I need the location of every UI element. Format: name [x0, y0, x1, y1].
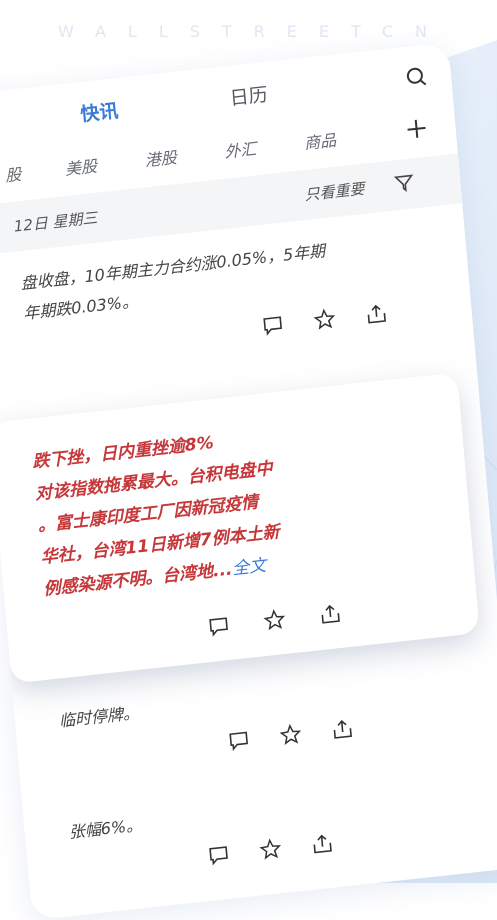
search-icon[interactable] — [404, 65, 428, 89]
share-icon[interactable] — [331, 717, 355, 741]
category-item[interactable]: 外汇 — [223, 135, 258, 162]
add-category-icon[interactable] — [405, 117, 429, 141]
tab-calendar[interactable]: 日历 — [229, 80, 269, 111]
filter-icon[interactable] — [393, 172, 415, 194]
comment-icon[interactable] — [207, 614, 231, 638]
brand-wordmark: WALLSTREETCN — [58, 22, 449, 41]
star-icon[interactable] — [279, 723, 303, 747]
app-screen: 快讯 日历 股 美股 港股 外汇 商品 12日 星期三 只看重要 盘收盘，10年… — [0, 42, 497, 920]
comment-icon[interactable] — [261, 313, 285, 337]
share-icon[interactable] — [365, 302, 389, 326]
read-more-link[interactable]: 全文 — [231, 556, 267, 580]
important-filter[interactable]: 只看重要 — [304, 178, 366, 205]
list-item: 张幅6%。 — [24, 770, 497, 866]
important-news-card[interactable]: 跌下挫，日内重挫逾8% 对该指数拖累最大。台积电盘中 。富士康印度工厂因新冠疫情… — [0, 372, 480, 684]
tab-news[interactable]: 快讯 — [79, 96, 119, 127]
star-icon[interactable] — [259, 837, 283, 861]
category-item[interactable]: 商品 — [303, 127, 337, 154]
comment-icon[interactable] — [207, 843, 231, 867]
star-icon[interactable] — [263, 608, 287, 632]
comment-icon[interactable] — [227, 728, 251, 752]
card-actions — [207, 601, 349, 642]
share-icon[interactable] — [318, 602, 342, 626]
news-actions — [261, 300, 403, 341]
category-item[interactable]: 股 — [4, 161, 22, 187]
category-item[interactable]: 美股 — [64, 153, 98, 180]
news-actions — [227, 715, 369, 756]
star-icon[interactable] — [313, 307, 337, 331]
share-icon[interactable] — [310, 832, 334, 856]
date-label: 12日 星期三 — [12, 208, 99, 236]
category-item[interactable]: 港股 — [144, 144, 178, 171]
news-actions — [207, 830, 349, 871]
